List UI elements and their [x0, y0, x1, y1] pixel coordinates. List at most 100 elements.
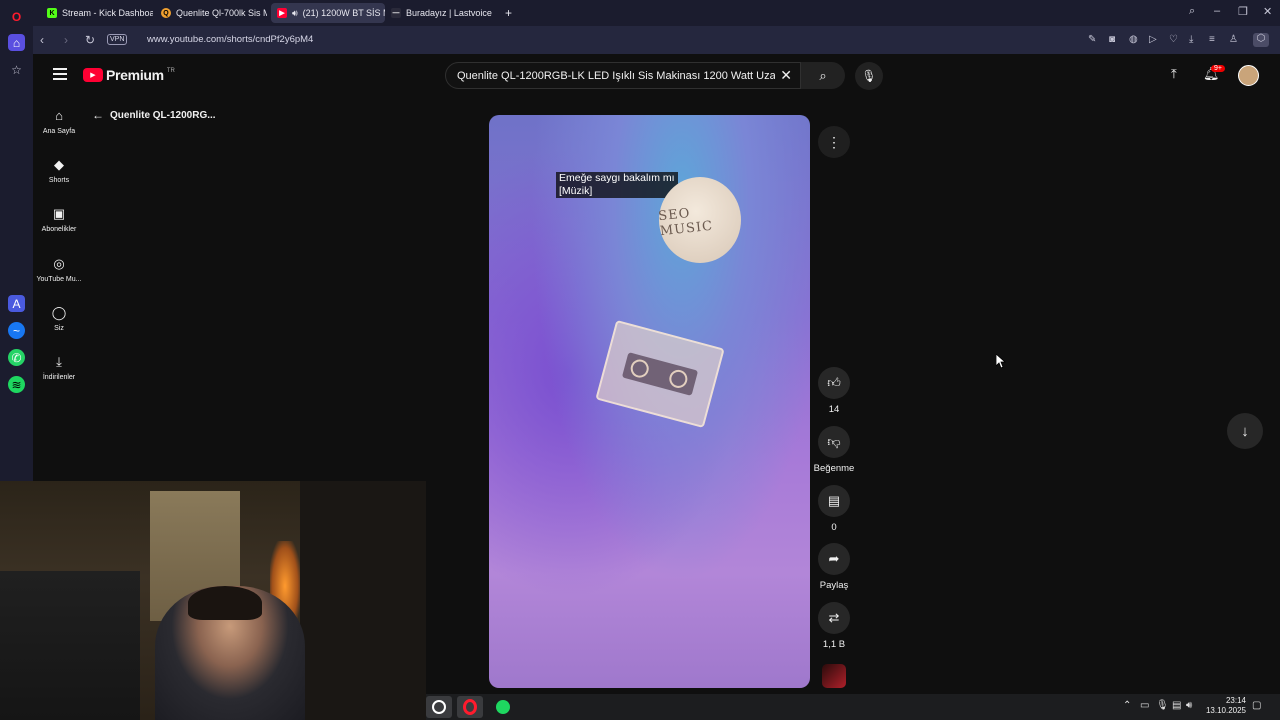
minimize-icon[interactable]: – — [1214, 5, 1220, 17]
shorts-icon: ◆ — [54, 157, 64, 172]
forward-icon[interactable]: › — [64, 33, 68, 47]
youtube-music-icon: ◎ — [53, 256, 65, 271]
notification-badge: 9+ — [1211, 65, 1225, 72]
speaker-icon[interactable]: 🔊︎ — [292, 8, 298, 19]
remix-icon: ⇄ — [818, 602, 850, 634]
volume-icon[interactable]: 🔊︎ — [1186, 700, 1192, 711]
network-icon[interactable]: ▤ — [1172, 700, 1181, 711]
player-icon[interactable]: ▷ — [1149, 34, 1157, 45]
back-to-search-link[interactable]: ← Quenlite QL-1200RG... — [92, 108, 216, 122]
home-icon: ⌂ — [55, 108, 63, 123]
webcam-overlay — [0, 481, 426, 720]
tab-search-icon[interactable]: ⌕ — [1189, 5, 1195, 18]
you-icon: ◯ — [51, 305, 67, 320]
extensions-icon[interactable]: ⬡ — [1253, 33, 1269, 47]
search-query[interactable]: Quenlite QL-1200RGB-LK LED Işıklı Sis Ma… — [457, 70, 775, 82]
lastvoice-icon: — — [391, 8, 401, 18]
remix-button[interactable]: ⇄ 1,1 B — [817, 602, 851, 650]
tab-bar: K Stream - Kick Dashboard Q Quenlite Ql-… — [33, 0, 1280, 26]
home-speeddial-icon[interactable]: ⌂ — [8, 34, 25, 51]
youtube-premium-logo[interactable]: ▶ Premium TR — [83, 67, 175, 83]
site-favicon-icon: Q — [161, 8, 171, 18]
clear-search-icon[interactable]: ✕ — [780, 67, 792, 84]
comments-button[interactable]: ▤ 0 — [817, 485, 851, 533]
avatar[interactable] — [1238, 65, 1259, 86]
guide-item-youtube-music[interactable]: ◎ YouTube Mu... — [34, 256, 84, 283]
guide-item-home[interactable]: ⌂ Ana Sayfa — [34, 108, 84, 135]
menu-icon[interactable] — [53, 68, 67, 80]
whatsapp-icon[interactable]: ✆ — [8, 349, 25, 366]
sound-thumbnail[interactable] — [822, 664, 846, 688]
tray-mic-icon[interactable]: 🎙︎ — [1156, 700, 1169, 711]
screen: O ⌂ ☆ A ~ ✆ ≋ K Stream - Kick Dashboard … — [0, 0, 1280, 720]
back-title: Quenlite QL-1200RG... — [110, 109, 216, 121]
guide-item-subscriptions[interactable]: ▣ Abonelikler — [34, 206, 84, 233]
tab-label: Stream - Kick Dashboard — [62, 8, 153, 18]
downloads-icon: ⤓ — [56, 354, 62, 369]
more-vert-icon: ⋮ — [827, 133, 841, 150]
tray-chevron-icon[interactable]: ⌃ — [1123, 700, 1131, 711]
tray-app-icon[interactable]: ▭ — [1140, 700, 1149, 711]
tab-label: Buradayız | Lastvoice — [406, 8, 492, 18]
guide-label: Shorts — [48, 177, 70, 184]
back-icon[interactable]: ‹ — [40, 33, 44, 47]
maximize-icon[interactable]: ❐ — [1238, 5, 1248, 18]
opera-logo-icon[interactable]: O — [8, 8, 25, 25]
shorts-video-player[interactable]: Emeğe saygı bakalım mı [Müzik] SEO MUSIC — [489, 115, 810, 688]
tab-youtube-active[interactable]: ▶ 🔊︎ (21) 1200W BT SİS Ma — [271, 3, 385, 23]
opera-taskbar-icon[interactable] — [457, 696, 483, 718]
adblock-icon[interactable]: ◍ — [1129, 34, 1138, 45]
kick-icon: K — [47, 8, 57, 18]
obs-icon[interactable] — [426, 696, 452, 718]
dislike-button[interactable]: 👎︎ Beğenme — [814, 426, 854, 474]
close-window-icon[interactable]: ✕ — [1263, 5, 1272, 18]
address-bar: ‹ › ↻ VPN www.youtube.com/shorts/cndPf2y… — [33, 26, 1280, 54]
guide-item-you[interactable]: ◯ Siz — [34, 305, 84, 332]
arrow-down-icon: ↓ — [1241, 422, 1249, 440]
comment-icon: ▤ — [818, 485, 850, 517]
caption-line: [Müzik] — [559, 185, 593, 197]
voice-search-button[interactable]: 🎙︎ — [855, 62, 883, 90]
next-short-button[interactable]: ↓ — [1227, 413, 1263, 449]
vpn-badge[interactable]: VPN — [107, 34, 128, 45]
notification-center-icon[interactable]: ▢ — [1252, 700, 1261, 711]
pinboard-icon[interactable]: ☆ — [8, 61, 25, 78]
like-button[interactable]: 👍︎ 14 — [817, 367, 851, 415]
share-button[interactable]: ➦ Paylaş — [817, 543, 851, 591]
reload-icon[interactable]: ↻ — [85, 33, 95, 47]
profile-icon[interactable]: ♙ — [1229, 34, 1238, 45]
guide-item-downloads[interactable]: ⤓ İndirilenler — [34, 354, 84, 381]
tab-lastvoice[interactable]: — Buradayız | Lastvoice — [385, 3, 497, 23]
more-options-button[interactable]: ⋮ — [818, 126, 850, 158]
tab-label: Quenlite Ql-700lk Sis Mak — [176, 8, 267, 18]
youtube-favicon-icon: ▶ — [277, 8, 287, 18]
create-upload-icon[interactable]: ⤒ — [1171, 66, 1177, 82]
edit-icon[interactable]: ✎ — [1088, 34, 1096, 45]
spotify-taskbar-icon[interactable] — [490, 696, 516, 718]
search-input[interactable]: Quenlite QL-1200RGB-LK LED Işıklı Sis Ma… — [445, 62, 801, 89]
search-button[interactable]: ⌕ — [801, 62, 845, 89]
region-code: TR — [166, 68, 175, 74]
logo-text: SEO MUSIC — [657, 206, 714, 240]
new-tab-button[interactable]: + — [501, 3, 519, 23]
messenger-icon[interactable]: ~ — [8, 322, 25, 339]
like-count: 14 — [828, 404, 840, 415]
tab-quenlite[interactable]: Q Quenlite Ql-700lk Sis Mak — [155, 3, 267, 23]
download-icon[interactable]: ⤓ — [1189, 34, 1193, 45]
system-clock[interactable]: 23:14 13.10.2025 — [1196, 696, 1246, 716]
thumbs-down-icon: 👎︎ — [818, 426, 850, 458]
clock-time: 23:14 — [1225, 696, 1246, 705]
opera-sidebar: O ⌂ ☆ A ~ ✆ ≋ — [0, 0, 33, 482]
spotify-icon[interactable]: ≋ — [8, 376, 25, 393]
share-icon: ➦ — [818, 543, 850, 575]
snapshot-icon[interactable]: ◙ — [1109, 34, 1115, 45]
tab-kick-dashboard[interactable]: K Stream - Kick Dashboard — [41, 3, 153, 23]
bookmark-heart-icon[interactable]: ♡ — [1169, 34, 1178, 45]
caption-line: Emeğe saygı bakalım mı — [559, 172, 675, 184]
taskbar: ⌃ ▭ 🎙︎ ▤ 🔊︎ 23:14 13.10.2025 ▢ — [426, 694, 1280, 720]
guide-item-shorts[interactable]: ◆ Shorts — [34, 157, 84, 184]
url-field[interactable]: www.youtube.com/shorts/cndPf2y6pM4 — [147, 34, 313, 45]
aria-icon[interactable]: A — [8, 295, 25, 312]
easy-setup-icon[interactable]: ≡ — [1209, 34, 1215, 45]
youtube-header: ▶ Premium TR Quenlite QL-1200RGB-LK LED … — [33, 54, 1280, 98]
